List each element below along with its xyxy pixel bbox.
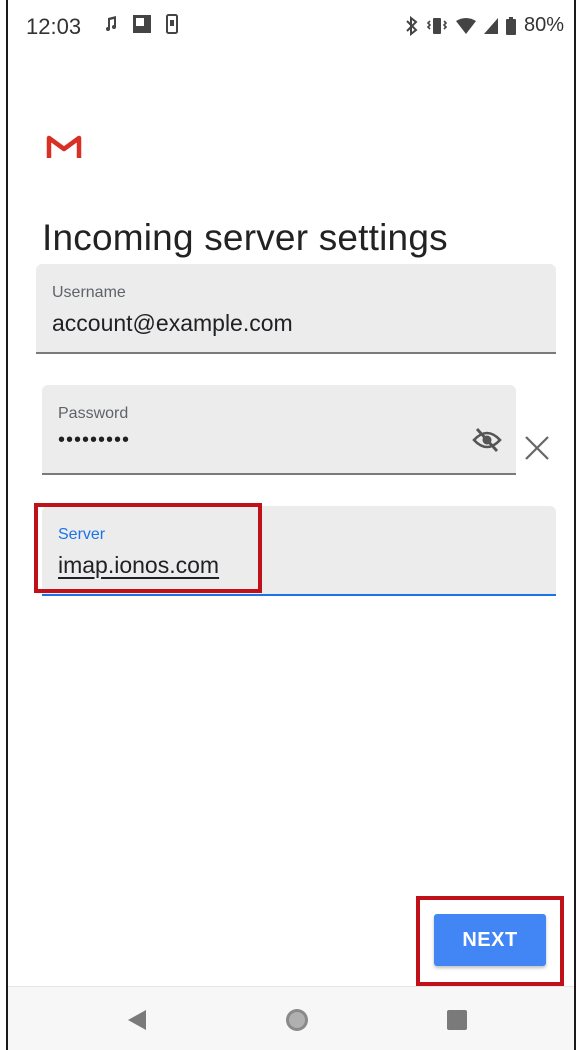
navigation-bar [8,986,574,1050]
username-field[interactable]: Username account@example.com [36,264,556,354]
server-field[interactable]: Server imap.ionos.com [42,506,556,596]
close-icon[interactable] [522,433,552,463]
password-underline [42,473,516,475]
username-label: Username [52,284,126,301]
visibility-off-icon[interactable] [472,425,502,455]
phone-screen: 12:03 80% Incoming server settings Usern… [6,0,576,1050]
page-title: Incoming server settings [42,216,448,258]
vibrate-icon [426,17,448,35]
username-value[interactable]: account@example.com [52,310,293,337]
notification-icons [104,14,178,34]
battery-percent: 80% [523,14,564,36]
recents-icon[interactable] [442,1005,472,1035]
next-button[interactable]: NEXT [434,914,546,966]
password-value[interactable]: ••••••••• [58,429,130,452]
server-label: Server [58,526,106,543]
system-status-icons: 80% [406,14,564,37]
password-field[interactable]: Password ••••••••• [42,385,516,475]
music-note-icon [104,16,118,32]
battery-icon [505,16,516,35]
phone-icon [166,14,178,34]
username-underline [36,352,556,354]
status-bar: 12:03 80% [8,0,574,54]
password-label: Password [58,405,129,422]
back-icon[interactable] [122,1005,152,1035]
status-time: 12:03 [26,14,82,39]
wifi-icon [455,17,476,34]
server-underline [42,594,556,596]
gmail-logo [46,134,82,160]
server-value[interactable]: imap.ionos.com [58,552,219,579]
bluetooth-icon [406,15,418,36]
signal-icon [483,17,498,34]
home-icon[interactable] [282,1005,312,1035]
image-icon [132,14,152,34]
